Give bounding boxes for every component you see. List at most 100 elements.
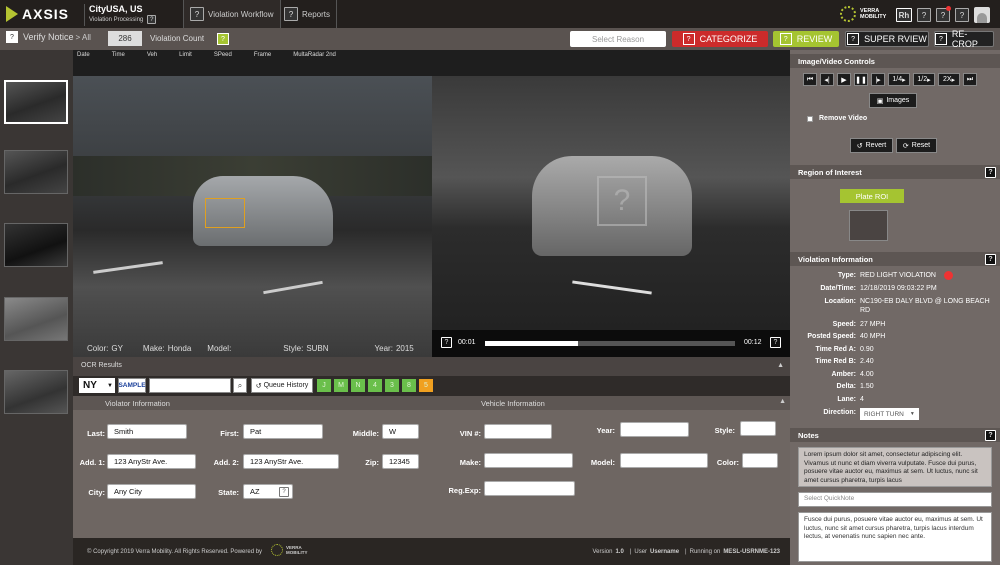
make-field[interactable]	[484, 453, 573, 468]
direction-select[interactable]: RIGHT TURN ▼	[860, 408, 919, 420]
violation-video[interactable]: ?	[432, 76, 790, 330]
breadcrumb-suffix[interactable]: > All	[76, 33, 91, 42]
thumbnail-1[interactable]	[4, 80, 68, 124]
first-frame-icon[interactable]: ⏮	[803, 73, 817, 86]
help-icon[interactable]: ?	[917, 8, 931, 22]
collapse-icon[interactable]: ▲	[779, 398, 786, 405]
reset-button[interactable]: ⟳ Reset	[896, 138, 937, 153]
speed-quarter-button[interactable]: 1/4 ▸	[888, 73, 910, 86]
select-reason[interactable]: Select Reason	[570, 31, 666, 47]
violation-count: 286	[108, 31, 142, 46]
ocr-char[interactable]: N	[350, 378, 366, 393]
breadcrumb[interactable]: Verify Notice	[23, 32, 74, 42]
workflow-icon: ?	[190, 7, 204, 21]
search-icon[interactable]: ⌕	[233, 378, 247, 393]
review-icon: ?	[779, 33, 792, 45]
super-review-button[interactable]: ? SUPER RVIEW	[845, 31, 929, 47]
city-field[interactable]: Any City	[107, 484, 196, 499]
red-light-icon	[944, 271, 953, 280]
color-field[interactable]	[742, 453, 778, 468]
state-field[interactable]: AZ?	[243, 484, 293, 499]
queue-history-button[interactable]: ↺ Queue History	[251, 378, 313, 393]
roi-help-icon[interactable]: ?	[985, 166, 996, 178]
brand-logo: AXSIS	[6, 6, 69, 22]
footer-meta: Version 1.0 | User Username | Running on MESL…	[592, 549, 780, 555]
right-panel: Image/Video Controls ⏮ ◂| ▶ ❚❚ |▸ 1/4 ▸ 1…	[790, 50, 1000, 565]
video-progress[interactable]	[485, 341, 735, 346]
super-review-icon: ?	[847, 33, 860, 45]
style-field[interactable]	[740, 421, 776, 436]
vi-direction: Direction: RIGHT TURN ▼	[798, 408, 996, 420]
notes-header: Notes?	[790, 428, 1000, 442]
ocr-char[interactable]: 5	[418, 378, 434, 393]
fullscreen-icon[interactable]: ?	[770, 337, 781, 348]
nav-violation-workflow[interactable]: ? Violation Workflow	[183, 0, 281, 28]
first-name-field[interactable]: Pat	[243, 424, 323, 439]
help-icon[interactable]: ?	[147, 15, 157, 24]
model-field[interactable]	[620, 453, 708, 468]
state-lookup-icon[interactable]: ?	[279, 486, 289, 497]
footer: © Copyright 2019 Verra Mobility. All Rig…	[73, 538, 790, 565]
collapse-icon[interactable]: ▲	[777, 362, 784, 369]
thumbnail-3[interactable]	[4, 223, 68, 267]
checkbox[interactable]	[807, 115, 813, 122]
thumbnail-4[interactable]	[4, 297, 68, 341]
middle-name-field[interactable]: W	[382, 424, 419, 439]
state-select[interactable]: NY ▼	[79, 378, 115, 393]
thumbnail-5[interactable]	[4, 370, 68, 414]
next-frame-icon[interactable]: |▸	[871, 73, 885, 86]
remove-video-toggle[interactable]: Remove Video	[807, 115, 867, 122]
ocr-char[interactable]: 3	[384, 378, 400, 393]
image-icon: ▣	[876, 97, 884, 105]
prev-frame-icon[interactable]: ◂|	[820, 73, 834, 86]
quicknote-select[interactable]: Select QuickNote	[798, 492, 992, 507]
count-help-icon[interactable]: ?	[217, 33, 229, 45]
plate-roi-box[interactable]	[205, 198, 245, 228]
ocr-bar: NY ▼ SAMPLE ⌕ ↺ Queue History J M N 4 3 8 …	[73, 376, 790, 396]
pause-icon[interactable]: ❚❚	[854, 73, 868, 86]
thumbnail-2[interactable]	[4, 150, 68, 194]
notes-help-icon[interactable]: ?	[985, 429, 996, 441]
plate-input[interactable]	[149, 378, 231, 393]
reports-icon: ?	[284, 7, 298, 21]
speed-double-button[interactable]: 2X ▸	[938, 73, 960, 86]
address2-field[interactable]: 123 AnyStr Ave.	[243, 454, 339, 469]
note-textarea[interactable]: Fusce dui purus, posuere vitae auctor eu…	[798, 512, 992, 562]
ocr-char[interactable]: 4	[367, 378, 383, 393]
info-panel: Violator Information Vehicle Information…	[73, 396, 790, 538]
ocr-char[interactable]: M	[333, 378, 349, 393]
recrop-button[interactable]: ? RE-CROP	[934, 29, 994, 49]
play-placeholder-icon[interactable]: ?	[597, 176, 647, 226]
last-frame-icon[interactable]: ⏭	[963, 73, 977, 86]
ocr-char[interactable]: 8	[401, 378, 417, 393]
last-name-field[interactable]: Smith	[107, 424, 187, 439]
chevron-down-icon: ▼	[909, 410, 915, 417]
settings-icon[interactable]: ?	[955, 8, 969, 22]
revert-button[interactable]: ↺ Revert	[850, 138, 893, 153]
violation-help-icon[interactable]: ?	[985, 253, 996, 265]
ocr-char[interactable]: J	[316, 378, 332, 393]
vi-lane: Lane: 4	[837, 396, 864, 403]
zip-field[interactable]: 12345	[382, 454, 419, 469]
video-hud: Date Time Veh Limit SPeed Frame MultaRadar 2nd	[77, 52, 336, 58]
address1-field[interactable]: 123 AnyStr Ave.	[107, 454, 196, 469]
violator-info-title: Violator Information	[105, 399, 170, 408]
categorize-button[interactable]: ? CATEGORIZE	[672, 31, 768, 47]
nav-reports[interactable]: ? Reports	[278, 0, 338, 28]
year-field[interactable]	[620, 422, 689, 437]
vin-field[interactable]	[484, 424, 552, 439]
user-initials-button[interactable]: Rh	[896, 8, 912, 22]
violation-count-label: Violation Count	[150, 34, 205, 43]
play-icon[interactable]: ▶	[837, 73, 851, 86]
reg-exp-field[interactable]	[484, 481, 575, 496]
plate-roi-preview	[849, 210, 888, 241]
images-button[interactable]: ▣ Images	[869, 93, 917, 108]
notifications-icon[interactable]: ?	[936, 6, 951, 22]
review-button[interactable]: ? REVIEW	[773, 31, 839, 47]
speed-half-button[interactable]: 1/2 ▸	[913, 73, 935, 86]
plate-roi-button[interactable]: Plate ROI	[840, 189, 904, 203]
violation-image[interactable]: Color: GY Make: Honda Model: Style: SUBN Ye…	[73, 76, 432, 357]
video-help-icon[interactable]: ?	[441, 337, 452, 348]
history-icon: ↺	[255, 382, 262, 390]
avatar[interactable]	[974, 7, 990, 23]
